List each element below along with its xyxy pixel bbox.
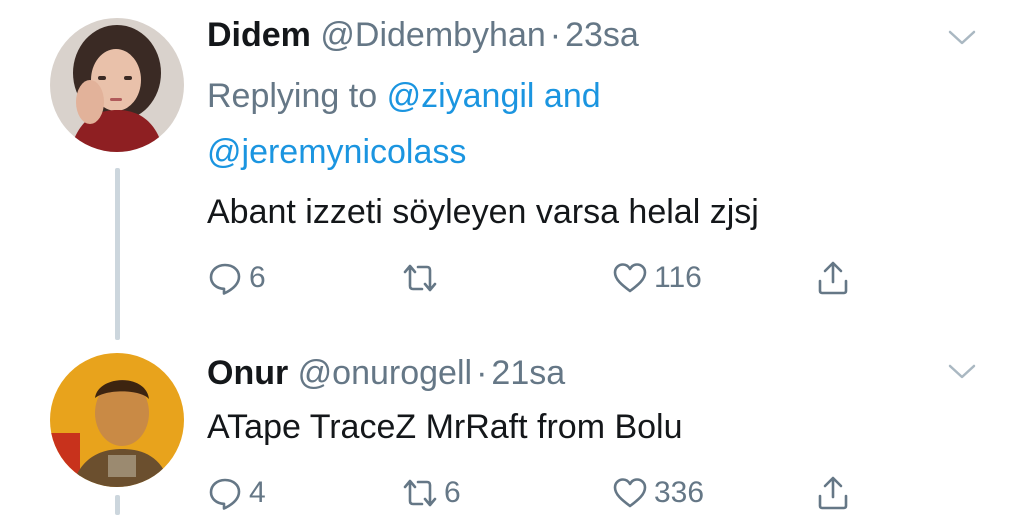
- separator-dot: ·: [476, 354, 488, 392]
- reply-button[interactable]: 6: [207, 256, 266, 300]
- share-button[interactable]: [815, 471, 857, 515]
- share-button[interactable]: [815, 256, 857, 300]
- tweet[interactable]: Onur @onurogell · 21sa ATape TraceZ MrRaft…: [0, 345, 1024, 515]
- reply-icon: [209, 263, 241, 295]
- user-handle[interactable]: @Didembyhan: [320, 16, 545, 54]
- thread-line: [115, 168, 120, 340]
- replying-and[interactable]: and: [544, 77, 601, 115]
- replying-prefix: Replying to: [207, 77, 378, 115]
- avatar-image: [50, 353, 184, 487]
- retweet-count: 6: [444, 476, 461, 509]
- retweet-icon: [403, 479, 437, 507]
- like-button[interactable]: 116: [612, 256, 702, 300]
- tweet-actions: 4 6 336: [207, 471, 867, 515]
- tweet-text: Abant izzeti söyleyen varsa helal zjsj: [207, 193, 759, 231]
- timestamp[interactable]: 23sa: [565, 16, 639, 54]
- timestamp[interactable]: 21sa: [491, 354, 565, 392]
- avatar[interactable]: [50, 18, 184, 152]
- reply-count: 4: [249, 476, 266, 509]
- user-name[interactable]: Didem: [207, 16, 311, 54]
- retweet-button[interactable]: 6: [402, 471, 461, 515]
- share-icon: [818, 476, 848, 510]
- like-count: 116: [654, 261, 702, 294]
- heart-icon: [613, 263, 647, 293]
- user-handle[interactable]: @onurogell: [298, 354, 472, 392]
- retweet-icon: [403, 264, 437, 292]
- chevron-down-icon[interactable]: [944, 25, 980, 49]
- heart-icon: [613, 478, 647, 508]
- like-button[interactable]: 336: [612, 471, 704, 515]
- user-name[interactable]: Onur: [207, 354, 288, 392]
- tweet-header: Didem @Didembyhan · 23sa: [207, 13, 639, 57]
- reply-icon: [209, 478, 241, 510]
- share-icon: [818, 261, 848, 295]
- mention-link[interactable]: @jeremynicolass: [207, 133, 466, 171]
- tweet-header: Onur @onurogell · 21sa: [207, 351, 565, 395]
- thread-line: [115, 495, 120, 515]
- replying-to: Replying to @ziyangil and @jeremynicolas…: [207, 68, 907, 180]
- tweet-actions: 6 116: [207, 256, 867, 300]
- separator-dot: ·: [549, 16, 562, 54]
- like-count: 336: [654, 476, 705, 509]
- avatar-image: [50, 18, 184, 152]
- tweet-text: ATape TraceZ MrRaft from Bolu: [207, 408, 683, 446]
- reply-button[interactable]: 4: [207, 471, 266, 515]
- reply-count: 6: [249, 261, 266, 294]
- chevron-down-icon[interactable]: [944, 359, 980, 383]
- tweet[interactable]: Didem @Didembyhan · 23sa Replying to @ziya…: [0, 0, 1024, 345]
- avatar[interactable]: [50, 353, 184, 487]
- retweet-button[interactable]: [402, 256, 444, 300]
- mention-link[interactable]: @ziyangil: [387, 77, 535, 115]
